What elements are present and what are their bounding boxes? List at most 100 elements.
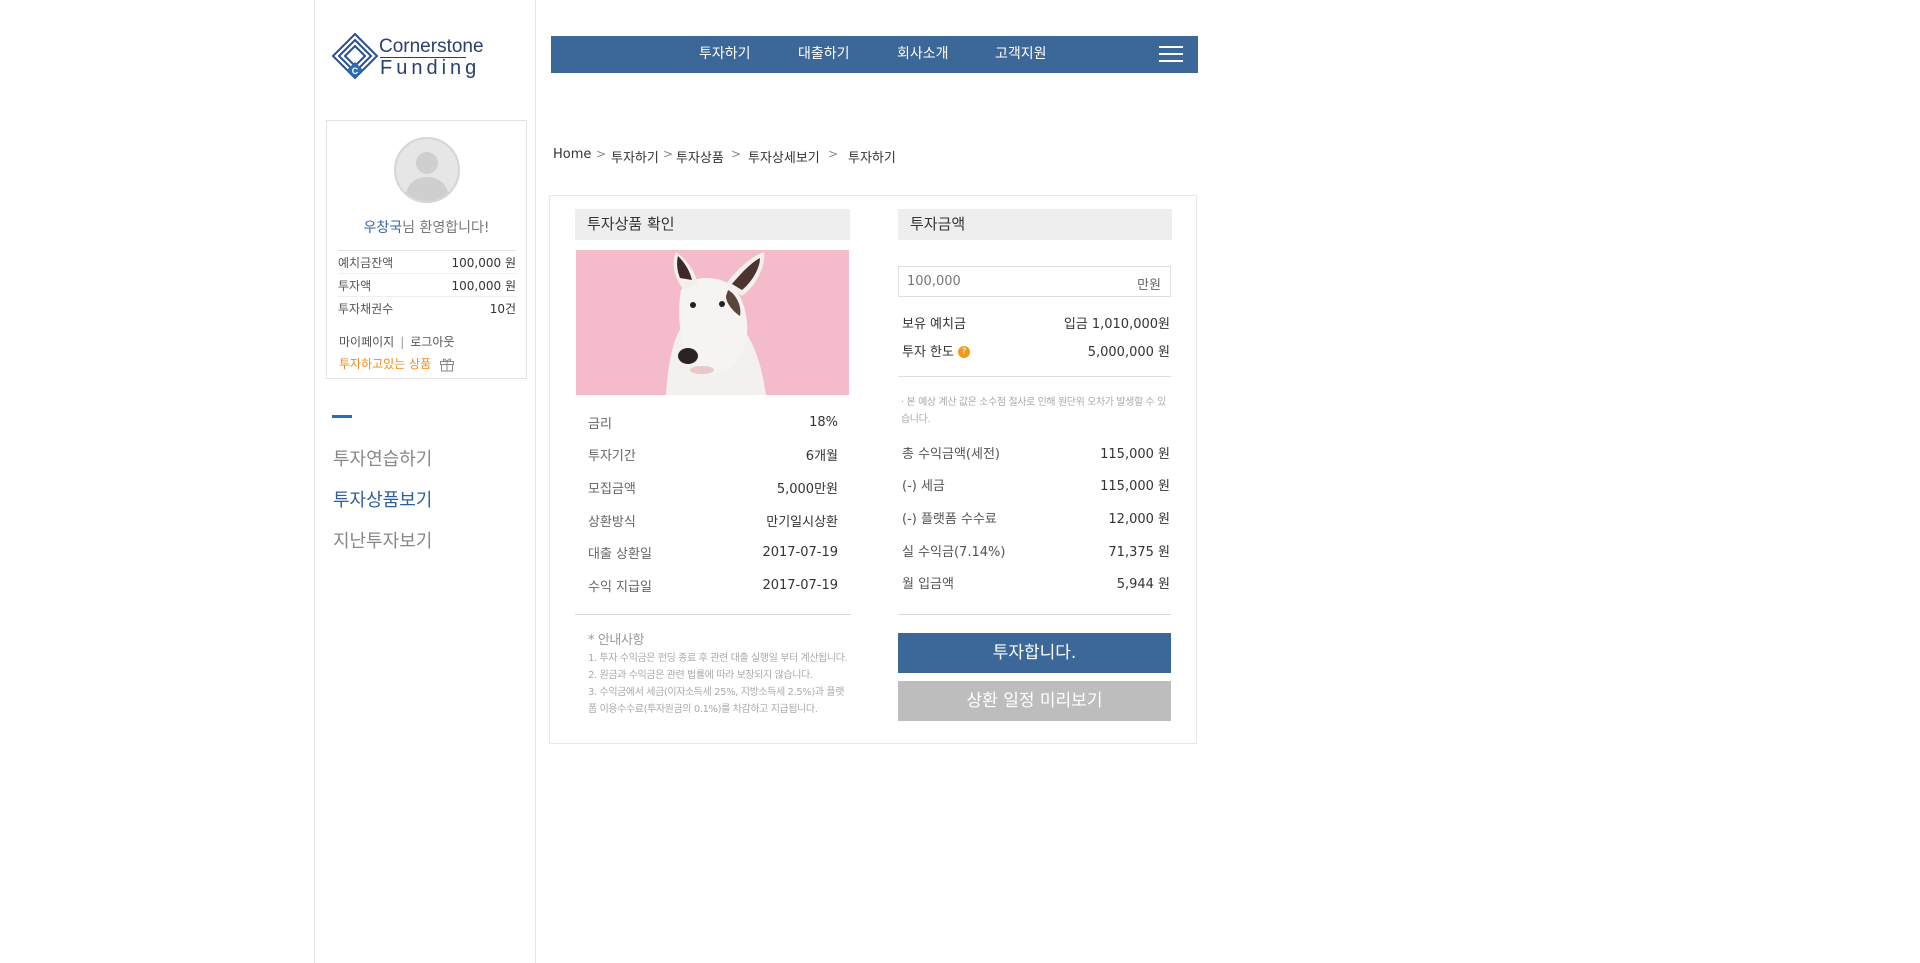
page: C Cornerstone Funding 우창국님 환영합니다! 예치금잔액 …	[0, 0, 1920, 963]
nav-item-loan[interactable]: 대출하기	[798, 36, 850, 73]
detail-label: 모집금액	[588, 481, 636, 497]
calc-value: 12,000 원	[1108, 511, 1170, 527]
summary-label: 예치금잔액	[338, 255, 394, 270]
cornerstone-logo-icon: C	[331, 32, 379, 80]
sidebar-item-products[interactable]: 투자상품보기	[333, 487, 432, 528]
detail-row: 대출 상환일 2017-07-19	[588, 536, 838, 569]
invested-products-label: 투자하고있는 상품	[339, 357, 432, 371]
notice: * 안내사항 1. 투자 수익금은 펀딩 종료 후 관련 대출 실행일 부터 계…	[588, 632, 850, 718]
logout-link[interactable]: 로그아웃	[410, 335, 454, 349]
hamburger-menu-icon[interactable]	[1159, 46, 1183, 63]
summary-value: 100,000 원	[451, 255, 516, 270]
nav-item-support[interactable]: 고객지원	[995, 36, 1047, 73]
divider	[898, 614, 1171, 615]
detail-row: 모집금액 5,000만원	[588, 471, 838, 504]
detail-value: 5,000만원	[776, 481, 838, 497]
logo-name-line1: Cornerstone	[379, 36, 484, 57]
repayment-schedule-button[interactable]: 상환 일정 미리보기	[898, 681, 1171, 721]
summary-value: 100,000 원	[451, 278, 516, 293]
logo[interactable]: C Cornerstone Funding	[331, 30, 484, 86]
user-avatar-icon	[394, 137, 460, 203]
investment-content: 투자상품 확인 금리18% 투자기간6개월 모집금액5,000만원 상환방	[549, 195, 1197, 744]
detail-value: 2017-07-19	[762, 577, 838, 593]
notice-line: 2. 원금과 수익금은 관련 법률에 따라 보장되지 않습니다.	[588, 670, 813, 681]
balance-value: 5,000,000 원	[1087, 344, 1170, 360]
sidebar-item-past[interactable]: 지난투자보기	[333, 528, 432, 569]
invest-button[interactable]: 투자합니다.	[898, 633, 1171, 673]
invested-products-link[interactable]: 투자하고있는 상품	[339, 355, 455, 372]
calc-value: 5,944 원	[1116, 577, 1170, 593]
nav-item-company[interactable]: 회사소개	[897, 36, 949, 73]
calc-value: 115,000 원	[1100, 479, 1170, 495]
user-name: 우창국	[363, 220, 403, 236]
sidebar-item-practice[interactable]: 투자연습하기	[333, 446, 432, 487]
breadcrumb-products[interactable]: 투자상품	[676, 147, 724, 166]
calc-row: (-) 세금 115,000 원	[902, 469, 1170, 502]
svg-text:C: C	[352, 66, 359, 76]
detail-label: 상환방식	[588, 514, 636, 530]
detail-value: 18%	[809, 414, 838, 430]
calc-label: 총 수익금액(세전)	[902, 446, 1000, 462]
product-details: 금리 18% 투자기간 6개월 모집금액 5,000만원 상환방식 만기일시상환 대출 …	[588, 406, 838, 602]
calc-value: 71,375 원	[1108, 544, 1170, 560]
investment-amount-input[interactable]: 100,000 만원	[898, 266, 1171, 297]
detail-row: 투자기간 6개월	[588, 439, 838, 472]
help-icon[interactable]: ?	[957, 346, 970, 358]
balance-row: 보유 예치금 입금 1,010,000원	[902, 308, 1170, 336]
summary-row: 투자채권수 10건	[338, 297, 516, 320]
calc-row: 실 수익금(7.14%) 71,375 원	[902, 534, 1170, 567]
calc-row: 월 입금액 5,944 원	[902, 566, 1170, 599]
profile-card: 우창국님 환영합니다! 예치금잔액 100,000 원 투자액 100,000 …	[326, 120, 527, 379]
balance-label: 투자 한도	[902, 344, 954, 360]
calc-row: (-) 플랫폼 수수료 12,000 원	[902, 501, 1170, 534]
notice-title: * 안내사항	[588, 633, 645, 648]
sidebar-menu: 투자연습하기 투자상품보기 지난투자보기	[333, 446, 432, 569]
calc-label: (-) 세금	[902, 479, 945, 495]
top-navigation: 투자하기 대출하기 회사소개 고객지원	[551, 36, 1198, 73]
breadcrumb-invest[interactable]: 투자하기	[611, 147, 659, 166]
logo-name-line2: Funding	[380, 57, 481, 79]
chevron-right-icon: >	[828, 147, 839, 161]
summary-label: 투자액	[338, 278, 372, 293]
sidebar-accent-bar	[332, 415, 352, 418]
product-image	[576, 250, 849, 395]
gift-icon	[440, 357, 455, 371]
detail-label: 금리	[588, 416, 612, 432]
detail-row: 수익 지급일 2017-07-19	[588, 569, 838, 602]
amount-value: 100,000	[907, 274, 961, 289]
mypage-link[interactable]: 마이페이지	[339, 335, 394, 349]
breadcrumb-current: 투자하기	[848, 151, 896, 166]
breadcrumb-detail[interactable]: 투자상세보기	[748, 147, 820, 166]
link-separator: |	[400, 335, 405, 349]
breadcrumb-home[interactable]: Home	[553, 147, 591, 162]
account-links: 마이페이지 | 로그아웃	[339, 333, 454, 350]
summary-value: 10건	[489, 302, 516, 316]
calc-disclaimer: · 본 예상 계산 값은 소수점 절사로 인해 원단위 오차가 발생할 수 있습…	[901, 397, 1166, 425]
detail-label: 대출 상환일	[588, 547, 652, 563]
calc-row: 총 수익금액(세전) 115,000 원	[902, 436, 1170, 469]
summary-row: 예치금잔액 100,000 원	[338, 251, 516, 274]
detail-label: 투자기간	[588, 449, 636, 465]
welcome-message: 우창국님 환영합니다!	[327, 217, 526, 237]
nav-item-invest[interactable]: 투자하기	[699, 36, 751, 73]
calc-label: (-) 플랫폼 수수료	[902, 511, 997, 527]
calc-value: 115,000 원	[1100, 446, 1170, 462]
detail-row: 금리 18%	[588, 406, 838, 439]
calc-label: 실 수익금(7.14%)	[902, 544, 1006, 560]
detail-label: 수익 지급일	[588, 579, 652, 595]
notice-line: 3. 수익금에서 세금(이자소득세 25%, 지방소득세 2.5%)과 플랫폼 …	[588, 687, 845, 715]
return-calculation: 총 수익금액(세전) 115,000 원 (-) 세금 115,000 원 (-) …	[902, 436, 1170, 599]
amount-section-title: 투자금액	[898, 209, 1172, 240]
balance-row: 투자 한도? 5,000,000 원	[902, 336, 1170, 364]
chevron-right-icon: >	[663, 147, 674, 161]
detail-value: 만기일시상환	[766, 514, 838, 530]
sidebar: C Cornerstone Funding 우창국님 환영합니다! 예치금잔액 …	[314, 0, 536, 963]
chevron-right-icon: >	[731, 147, 742, 161]
chevron-right-icon: >	[596, 147, 607, 161]
divider	[575, 614, 851, 615]
balance-value: 입금 1,010,000원	[1063, 316, 1170, 332]
divider	[898, 376, 1171, 377]
product-section-title: 투자상품 확인	[575, 209, 850, 240]
summary-row: 투자액 100,000 원	[338, 274, 516, 297]
detail-value: 2017-07-19	[762, 545, 838, 561]
